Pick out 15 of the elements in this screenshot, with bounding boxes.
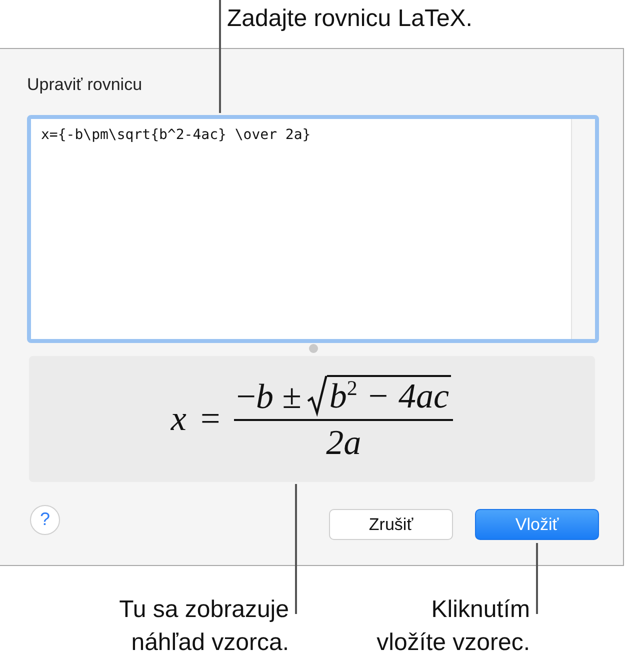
- callout-text: Zadajte rovnicu LaTeX.: [227, 4, 472, 34]
- formula-denominator: 2a: [326, 422, 362, 463]
- radical-sign-icon: [307, 375, 328, 417]
- formula-numerator: −b ±: [236, 377, 302, 417]
- callout-text: Tu sa zobrazuje náhľad vzorca.: [119, 595, 289, 658]
- help-button[interactable]: ?: [30, 504, 60, 534]
- formula-relation: =: [200, 399, 220, 439]
- leader-line: [536, 543, 538, 614]
- resize-handle[interactable]: [308, 344, 318, 353]
- formula-variable: x: [170, 399, 186, 439]
- cancel-button[interactable]: Zrušiť: [329, 509, 453, 540]
- formula-radicand: b$^{2}$ − 4ac: [327, 375, 452, 417]
- dialog-title: Upraviť rovnicu: [27, 75, 142, 95]
- callout-text: Kliknutím vložíte vzorec.: [376, 595, 530, 658]
- scrollbar-track[interactable]: [571, 119, 595, 339]
